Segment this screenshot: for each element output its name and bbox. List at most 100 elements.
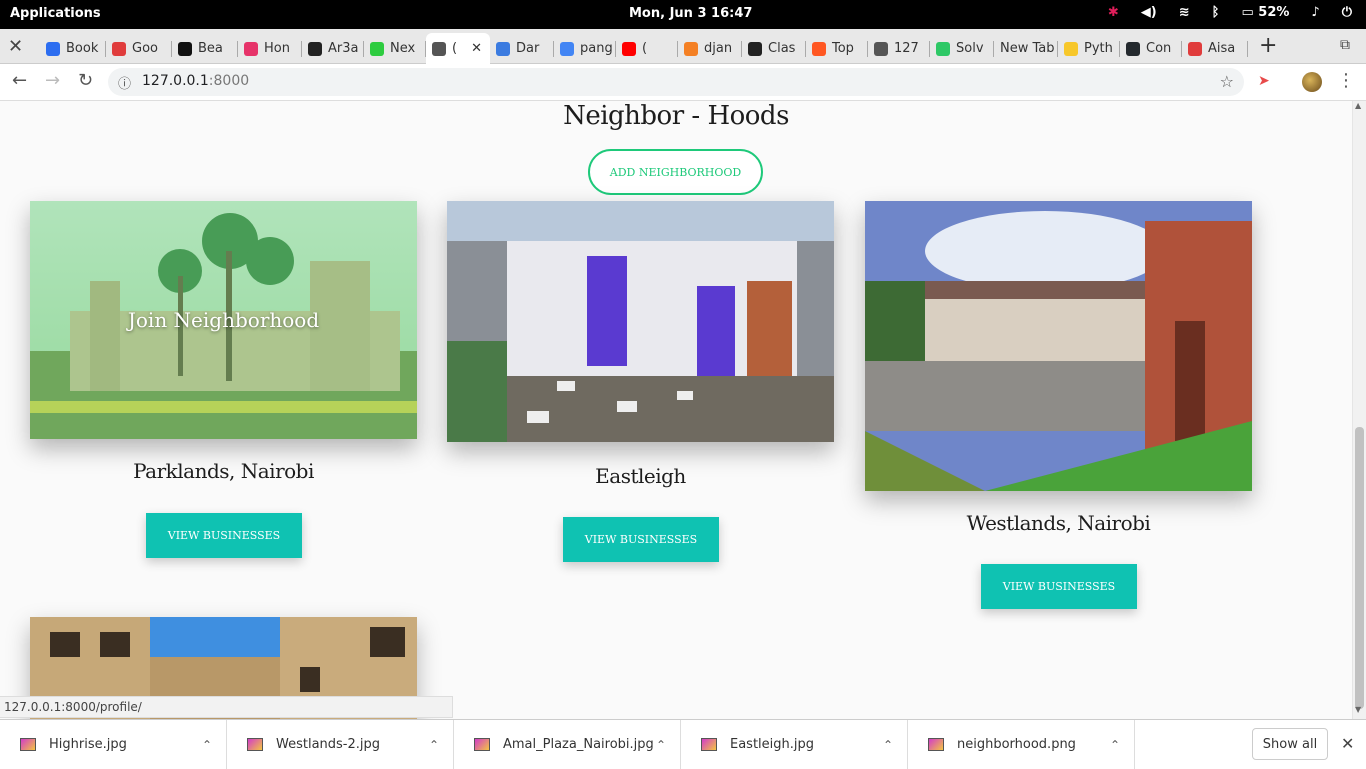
- tab-13[interactable]: 127: [868, 33, 930, 64]
- scroll-up-arrow-icon[interactable]: ▲: [1355, 101, 1361, 110]
- download-filename: neighborhood.png: [957, 737, 1076, 752]
- tab-8[interactable]: pang: [554, 33, 616, 64]
- forward-arrow-icon[interactable]: →: [45, 70, 60, 91]
- download-filename: Eastleigh.jpg: [730, 737, 815, 752]
- download-item[interactable]: Amal_Plaza_Nairobi.jpg ⌃: [454, 720, 681, 769]
- tab-favicon-icon: [1126, 41, 1140, 56]
- westlands-photo: [865, 201, 1252, 491]
- chevron-up-icon[interactable]: ⌃: [656, 738, 666, 752]
- neighborhood-image-westlands[interactable]: [865, 201, 1252, 491]
- join-neighborhood-overlay[interactable]: Join Neighborhood: [30, 201, 417, 439]
- chevron-up-icon[interactable]: ⌃: [202, 738, 212, 752]
- tab-9[interactable]: (: [616, 33, 678, 64]
- tab-15[interactable]: New Tab: [994, 33, 1058, 64]
- tab-18[interactable]: Aisa: [1182, 33, 1248, 64]
- download-filename: Westlands-2.jpg: [276, 737, 381, 752]
- tab-label: Aisa: [1208, 41, 1236, 56]
- tab-favicon-icon: [748, 41, 762, 56]
- tab-favicon-icon: [112, 41, 126, 56]
- tab-label: Con: [1146, 41, 1172, 56]
- download-filename: Highrise.jpg: [49, 737, 127, 752]
- eastleigh-photo: [447, 201, 834, 442]
- download-filename: Amal_Plaza_Nairobi.jpg: [503, 737, 654, 752]
- volume-icon[interactable]: ◀): [1141, 5, 1157, 20]
- tab-label: Top: [832, 41, 854, 56]
- scroll-down-arrow-icon[interactable]: ▼: [1355, 705, 1361, 714]
- clock[interactable]: Mon, Jun 3 16:47: [629, 6, 752, 21]
- profile-avatar[interactable]: [1302, 72, 1322, 92]
- close-downloads-icon[interactable]: ✕: [1341, 734, 1354, 753]
- battery-icon[interactable]: ▭ 52%: [1241, 5, 1289, 20]
- tab-favicon-icon: [622, 41, 636, 56]
- slack-icon[interactable]: ✱: [1108, 5, 1119, 20]
- page-content: Neighbor - Hoods ADD NEIGHBORHOOD Join N…: [0, 101, 1352, 719]
- tab-label: Goo: [132, 41, 158, 56]
- download-item[interactable]: Eastleigh.jpg ⌃: [681, 720, 908, 769]
- neighborhood-image-eastleigh[interactable]: [447, 201, 834, 442]
- new-tab-button[interactable]: +: [1259, 33, 1277, 58]
- tab-label: (: [452, 41, 458, 56]
- restore-window-icon[interactable]: ⧉: [1340, 37, 1350, 53]
- tab-label: Book: [66, 41, 99, 56]
- tab-close-icon[interactable]: ✕: [471, 41, 482, 56]
- url-text: 127.0.0.1:8000: [142, 73, 250, 89]
- tab-favicon-icon: [1188, 41, 1202, 56]
- tab-favicon-icon: [308, 41, 322, 56]
- tab-favicon-icon: [432, 41, 446, 56]
- tab-label: (: [642, 41, 648, 56]
- view-businesses-button-parklands[interactable]: VIEW BUSINESSES: [146, 513, 302, 558]
- tab-12[interactable]: Top: [806, 33, 868, 64]
- power-icon[interactable]: ⏻: [1342, 5, 1352, 20]
- tab-favicon-icon: [684, 41, 698, 56]
- page-scrollbar[interactable]: ▲ ▼: [1352, 101, 1366, 719]
- chevron-up-icon[interactable]: ⌃: [883, 738, 893, 752]
- tab-16[interactable]: Pyth: [1058, 33, 1120, 64]
- tab-1[interactable]: Goo: [106, 33, 172, 64]
- close-icon[interactable]: ✕: [8, 36, 23, 57]
- tab-17[interactable]: Con: [1120, 33, 1182, 64]
- tab-4[interactable]: Ar3a: [302, 33, 364, 64]
- browser-toolbar: ← → ↻ ⓘ 127.0.0.1:8000 ☆ ➤ ⋮: [0, 64, 1366, 101]
- download-item[interactable]: Westlands-2.jpg ⌃: [227, 720, 454, 769]
- back-arrow-icon[interactable]: ←: [12, 70, 27, 91]
- tab-label: Hon: [264, 41, 290, 56]
- site-info-icon[interactable]: ⓘ: [118, 73, 131, 92]
- address-bar[interactable]: ⓘ 127.0.0.1:8000 ☆: [108, 68, 1244, 96]
- battery-percent: 52%: [1258, 5, 1290, 20]
- view-businesses-button-westlands[interactable]: VIEW BUSINESSES: [981, 564, 1137, 609]
- bell-icon[interactable]: ♪: [1311, 5, 1319, 20]
- bluetooth-icon[interactable]: ᛒ: [1212, 5, 1220, 20]
- add-neighborhood-button[interactable]: ADD NEIGHBORHOOD: [588, 149, 763, 195]
- tab-5[interactable]: Nex: [364, 33, 426, 64]
- chevron-up-icon[interactable]: ⌃: [429, 738, 439, 752]
- view-businesses-button-eastleigh[interactable]: VIEW BUSINESSES: [563, 517, 719, 562]
- tab-7[interactable]: Dar: [490, 33, 554, 64]
- wifi-icon[interactable]: ≋: [1179, 5, 1190, 20]
- image-file-icon: [928, 738, 944, 751]
- tab-2[interactable]: Bea: [172, 33, 238, 64]
- tab-3[interactable]: Hon: [238, 33, 302, 64]
- extension-icon[interactable]: ➤: [1258, 73, 1274, 89]
- reload-icon[interactable]: ↻: [78, 70, 93, 91]
- tab-14[interactable]: Solv: [930, 33, 994, 64]
- applications-menu[interactable]: Applications: [10, 6, 101, 21]
- status-url: 127.0.0.1:8000/profile/: [0, 696, 453, 718]
- tab-favicon-icon: [496, 41, 510, 56]
- tab-10[interactable]: djan: [678, 33, 742, 64]
- download-item[interactable]: Highrise.jpg ⌃: [0, 720, 227, 769]
- tab-11[interactable]: Clas: [742, 33, 806, 64]
- tab-favicon-icon: [812, 41, 826, 56]
- tab-0[interactable]: Book: [40, 33, 106, 64]
- bookmark-star-icon[interactable]: ☆: [1220, 72, 1234, 91]
- chevron-up-icon[interactable]: ⌃: [1110, 738, 1120, 752]
- tab-6[interactable]: (✕: [426, 33, 490, 64]
- neighborhood-image-parklands[interactable]: Join Neighborhood: [30, 201, 417, 439]
- show-all-button[interactable]: Show all: [1252, 728, 1328, 760]
- tab-favicon-icon: [936, 41, 950, 56]
- tab-label: Nex: [390, 41, 416, 56]
- image-file-icon: [701, 738, 717, 751]
- image-file-icon: [20, 738, 36, 751]
- scrollbar-thumb[interactable]: [1355, 427, 1364, 709]
- download-item[interactable]: neighborhood.png ⌃: [908, 720, 1135, 769]
- menu-dots-icon[interactable]: ⋮: [1337, 70, 1355, 91]
